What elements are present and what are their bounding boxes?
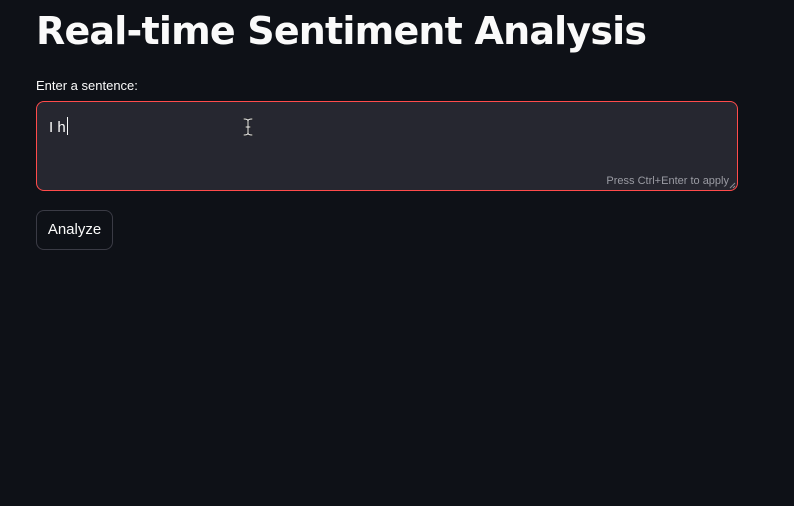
resize-handle-icon[interactable] (729, 182, 736, 189)
text-caret (66, 117, 68, 135)
main-content: Real-time Sentiment Analysis Enter a sen… (0, 0, 794, 506)
page-title: Real-time Sentiment Analysis (36, 9, 647, 53)
sentence-textarea[interactable]: I h Press Ctrl+Enter to apply (36, 101, 738, 191)
textarea-value[interactable]: I h (49, 117, 68, 138)
analyze-button[interactable]: Analyze (36, 210, 113, 250)
text-cursor-icon (243, 118, 253, 136)
sentence-input-label: Enter a sentence: (36, 78, 138, 93)
textarea-text: I h (49, 119, 66, 136)
apply-hint: Press Ctrl+Enter to apply (606, 175, 729, 187)
